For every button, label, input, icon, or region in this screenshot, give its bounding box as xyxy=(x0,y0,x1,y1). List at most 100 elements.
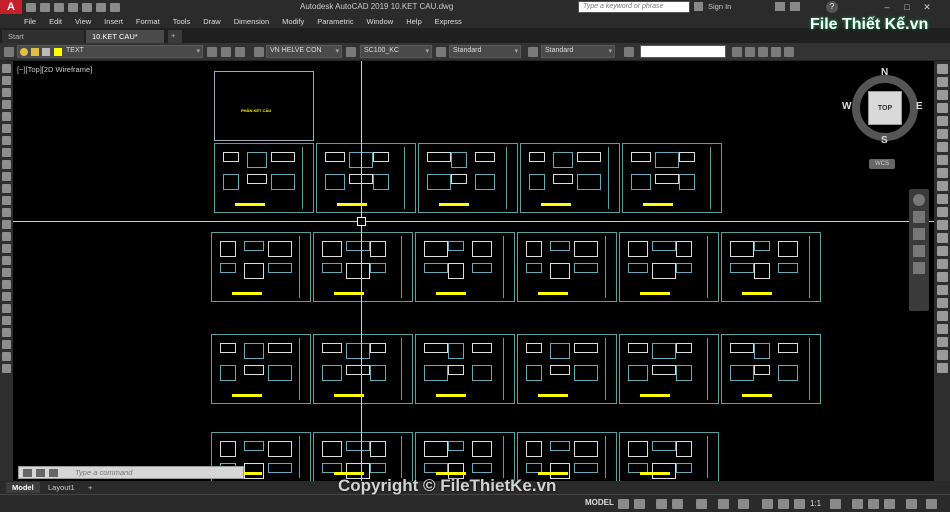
dimension-style-icon[interactable] xyxy=(346,47,356,57)
table-icon[interactable] xyxy=(2,268,11,277)
save-icon[interactable] xyxy=(54,2,64,12)
autodesk-account-icon[interactable] xyxy=(790,2,800,11)
blend-icon[interactable] xyxy=(936,272,948,282)
text-style-dropdown[interactable]: VN HELVE CON ▾ xyxy=(266,45,342,58)
layer-previous-icon[interactable] xyxy=(235,47,245,57)
arc-icon[interactable] xyxy=(2,124,11,133)
command-line[interactable]: Type a command xyxy=(18,466,244,479)
drawing-sheet[interactable] xyxy=(517,232,617,302)
plus-icon[interactable] xyxy=(852,499,863,509)
help-button[interactable]: ? xyxy=(826,1,838,13)
layer-lock-icon[interactable] xyxy=(784,47,794,57)
layer-off-icon[interactable] xyxy=(771,47,781,57)
region-icon[interactable] xyxy=(2,256,11,265)
mirror-icon[interactable] xyxy=(936,90,948,100)
command-history-icon[interactable] xyxy=(49,469,58,477)
drawing-sheet[interactable] xyxy=(619,232,719,302)
menu-edit[interactable]: Edit xyxy=(49,17,62,26)
rotate-icon[interactable] xyxy=(2,352,11,361)
menu-modify[interactable]: Modify xyxy=(282,17,304,26)
menu-help[interactable]: Help xyxy=(406,17,421,26)
break-icon[interactable] xyxy=(936,220,948,230)
menu-tools[interactable]: Tools xyxy=(173,17,191,26)
menu-draw[interactable]: Draw xyxy=(203,17,221,26)
viewcube[interactable]: TOP N S E W xyxy=(842,67,924,147)
compass-west[interactable]: W xyxy=(842,101,851,112)
drawing-sheet[interactable] xyxy=(211,334,311,404)
menu-window[interactable]: Window xyxy=(367,17,394,26)
tab-model[interactable]: Model xyxy=(6,482,40,493)
spline-icon[interactable] xyxy=(2,160,11,169)
polar-icon[interactable] xyxy=(672,499,683,509)
showmotion-icon[interactable] xyxy=(913,262,925,274)
app-menu-button[interactable]: A xyxy=(0,0,22,14)
snap-icon[interactable] xyxy=(634,499,645,509)
warning-icon[interactable] xyxy=(2,316,11,325)
layer-unisolate-icon[interactable] xyxy=(745,47,755,57)
polyline-icon[interactable] xyxy=(2,88,11,97)
drawing-sheet[interactable] xyxy=(517,432,617,481)
new-file-icon[interactable] xyxy=(26,2,36,12)
polygon-icon[interactable] xyxy=(2,100,11,109)
layer-match-icon[interactable] xyxy=(221,47,231,57)
save-as-icon[interactable] xyxy=(68,2,78,12)
line-tool-icon[interactable] xyxy=(2,64,11,73)
tab-layout1[interactable]: Layout1 xyxy=(42,482,81,493)
drawing-sheet[interactable] xyxy=(214,143,314,213)
layer-dropdown[interactable]: TEXT ▾ xyxy=(17,45,203,58)
menu-file[interactable]: File xyxy=(24,17,36,26)
drawing-sheet[interactable] xyxy=(517,334,617,404)
drawing-sheet[interactable] xyxy=(415,232,515,302)
rectangle-icon[interactable] xyxy=(2,112,11,121)
compass-east[interactable]: E xyxy=(916,101,923,112)
wrench-icon[interactable] xyxy=(36,469,45,477)
zoom-extents-icon[interactable] xyxy=(913,228,925,240)
menu-express[interactable]: Express xyxy=(435,17,462,26)
drawing-sheet[interactable] xyxy=(418,143,518,213)
drawing-sheet[interactable] xyxy=(313,432,413,481)
layer-freeze-icon[interactable] xyxy=(758,47,768,57)
layer-isolate-icon[interactable] xyxy=(732,47,742,57)
extend-icon[interactable] xyxy=(936,194,948,204)
mtext-icon[interactable] xyxy=(2,280,11,289)
drawing-sheet[interactable] xyxy=(619,432,719,481)
drawing-sheet[interactable] xyxy=(721,334,821,404)
copy-object-icon[interactable] xyxy=(936,77,948,87)
multileader-style-dropdown[interactable]: Standard ▾ xyxy=(541,45,615,58)
revision-cloud-icon[interactable] xyxy=(2,148,11,157)
plot-icon[interactable] xyxy=(82,2,92,12)
compass-north[interactable]: N xyxy=(881,67,888,78)
wcs-menu[interactable]: WCS xyxy=(869,159,895,169)
ortho-icon[interactable] xyxy=(656,499,667,509)
sign-in-button[interactable]: Sign In xyxy=(708,2,731,11)
new-tab-button[interactable]: + xyxy=(168,30,182,43)
annotation-scale[interactable]: 1:1 xyxy=(810,499,821,508)
make-block-icon[interactable] xyxy=(2,208,11,217)
chamfer-icon[interactable] xyxy=(936,246,948,256)
add-selected-icon[interactable] xyxy=(2,292,11,301)
dimension-arc-icon[interactable] xyxy=(936,324,948,334)
steering-wheel-icon[interactable] xyxy=(913,194,925,206)
viewport-controls[interactable]: [−][Top][2D Wireframe] xyxy=(17,65,92,74)
isodraft-icon[interactable] xyxy=(696,499,707,509)
help-search-input[interactable]: Type a keyword or phrase xyxy=(578,1,690,13)
stretch-icon[interactable] xyxy=(2,340,11,349)
object-snap-icon[interactable] xyxy=(738,499,749,509)
layer-properties-icon[interactable] xyxy=(4,47,14,57)
redo-icon[interactable] xyxy=(110,2,120,12)
command-input[interactable]: Type a command xyxy=(75,468,132,477)
drawing-sheet[interactable] xyxy=(313,334,413,404)
close-icon[interactable] xyxy=(23,469,32,477)
scale-object-icon[interactable] xyxy=(936,155,948,165)
hatch-icon[interactable] xyxy=(2,232,11,241)
dimension-diameter-icon[interactable] xyxy=(936,350,948,360)
gradient-icon[interactable] xyxy=(2,244,11,253)
make-current-icon[interactable] xyxy=(207,47,217,57)
property-input[interactable] xyxy=(640,45,726,58)
tab-drawing[interactable]: 10.KET CAU* xyxy=(86,30,164,43)
join-icon[interactable] xyxy=(936,233,948,243)
ellipse-icon[interactable] xyxy=(2,172,11,181)
offset-icon[interactable] xyxy=(936,103,948,113)
restore-button[interactable]: □ xyxy=(900,1,914,13)
drawing-sheet[interactable] xyxy=(721,232,821,302)
